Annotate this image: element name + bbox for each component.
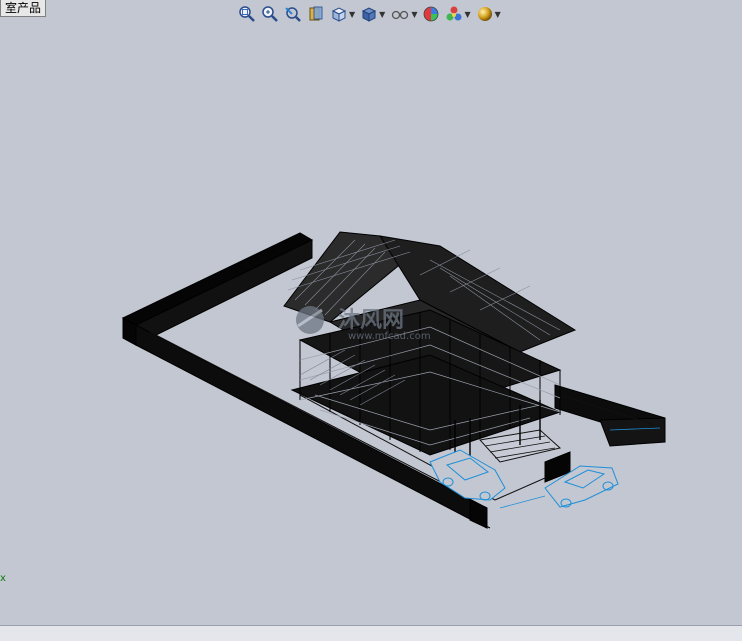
- hide-show-items-icon: [392, 10, 409, 20]
- chevron-down-icon: ▼: [379, 9, 386, 19]
- apply-scene-icon: [446, 6, 462, 21]
- heads-up-view-toolbar: ▼ ▼ ▼ ▼ ▼: [237, 3, 502, 25]
- view-orientation-icon: [331, 7, 347, 22]
- previous-view-icon: [285, 7, 301, 22]
- watermark-main-text: 沐风网: [338, 308, 404, 333]
- graphics-viewport[interactable]: 沐风网 www.mfcad.com: [0, 30, 742, 626]
- zoom-to-fit-icon: [239, 6, 255, 22]
- apply-scene-button[interactable]: ▼: [444, 4, 471, 24]
- chevron-down-icon: ▼: [411, 9, 418, 19]
- edit-appearance-button[interactable]: [421, 4, 441, 24]
- status-bar: [0, 625, 742, 641]
- watermark-sub-text: www.mfcad.com: [348, 331, 431, 342]
- house-model-wireframe: 沐风网 www.mfcad.com: [121, 231, 666, 529]
- chevron-down-icon: ▼: [494, 9, 501, 19]
- display-style-icon: [362, 7, 377, 22]
- zoom-to-fit-button[interactable]: [237, 4, 257, 24]
- view-settings-icon: [477, 7, 492, 21]
- view-settings-button[interactable]: ▼: [475, 4, 502, 24]
- display-style-button[interactable]: ▼: [359, 4, 386, 24]
- hide-show-items-button[interactable]: ▼: [389, 4, 418, 24]
- view-orientation-button[interactable]: ▼: [329, 4, 356, 24]
- document-tab[interactable]: 室产品: [0, 0, 47, 17]
- zoom-to-area-button[interactable]: [260, 4, 280, 24]
- chevron-down-icon: ▼: [464, 9, 471, 19]
- edit-appearance-icon: [424, 6, 439, 22]
- section-view-icon: [309, 6, 323, 21]
- axis-triad-label: x: [0, 573, 6, 584]
- section-view-button[interactable]: [306, 4, 326, 24]
- chevron-down-icon: ▼: [349, 9, 356, 19]
- previous-view-button[interactable]: [283, 4, 303, 24]
- zoom-to-area-icon: [262, 6, 278, 22]
